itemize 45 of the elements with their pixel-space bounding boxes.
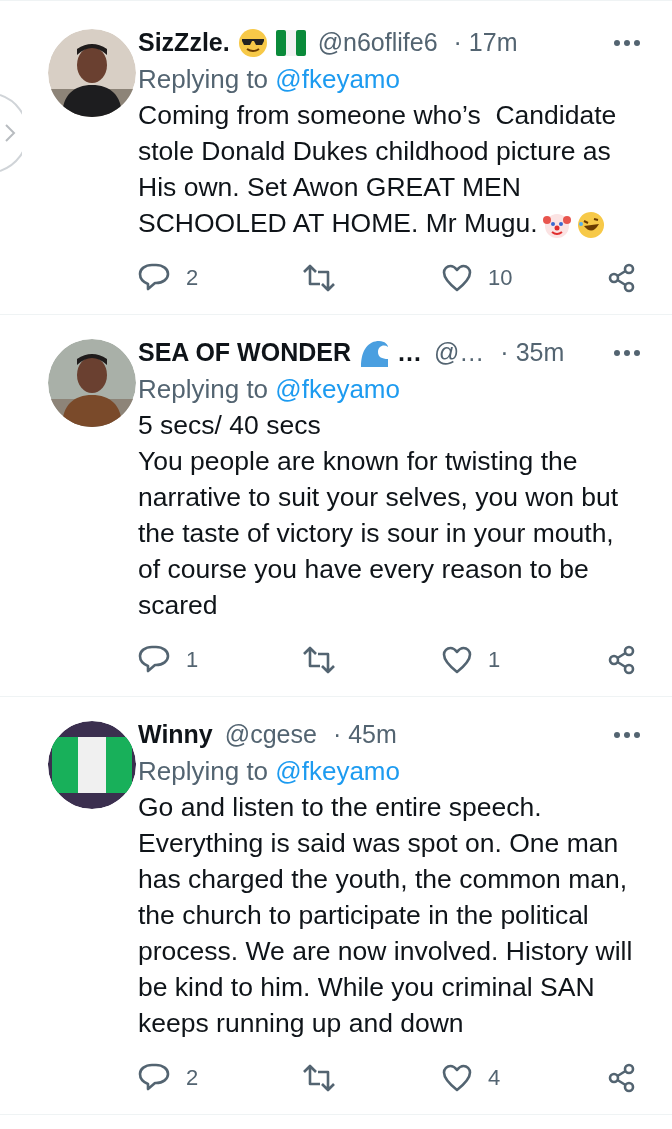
- wave-icon: [358, 339, 389, 367]
- like-icon[interactable]: [442, 1063, 472, 1092]
- user-handle: @cgese: [224, 719, 317, 751]
- repost-icon[interactable]: [302, 263, 336, 292]
- name-ellipsis: …: [396, 337, 422, 369]
- flag-icon: [275, 30, 306, 56]
- replying-label: Replying to: [138, 64, 269, 94]
- user-handle: @…: [433, 337, 485, 369]
- share-icon[interactable]: [608, 644, 636, 675]
- reply-count: 2: [186, 264, 199, 292]
- more-icon[interactable]: [614, 732, 640, 738]
- reply-count: 2: [186, 1064, 199, 1092]
- repost-icon[interactable]: [302, 645, 336, 674]
- post-time: · 35m: [500, 337, 565, 369]
- post-text: Coming from someone who’s Candidate stole Donald Dukes childhood picture as His own. Set Awon GREAT MEN SCHOOLED AT HOME. Mr Mugu.: [138, 99, 618, 241]
- like-count: 1: [488, 646, 501, 674]
- post-text: Go and listen to the entire speech. Everything is said was spot on. One man has charged the youth, the common man, the church to participate in the political process. We are now involved. History will be kind to him. While you criminal SAN keeps running up and down: [138, 791, 634, 1040]
- sunglasses-face-icon: [237, 28, 268, 58]
- replying-label: Replying to: [138, 374, 269, 404]
- mention-link[interactable]: @fkeyamo: [275, 756, 400, 786]
- display-name: SEA OF WONDER: [138, 337, 351, 369]
- like-count: 10: [488, 264, 513, 292]
- display-name: Winny: [138, 719, 213, 751]
- reply-count: 1: [186, 646, 199, 674]
- repost-icon[interactable]: [302, 1063, 336, 1092]
- mention-link[interactable]: @fkeyamo: [275, 374, 400, 404]
- share-icon[interactable]: [608, 262, 636, 293]
- like-icon[interactable]: [442, 645, 472, 674]
- post-text: 5 secs/ 40 secs: [138, 409, 322, 442]
- share-icon[interactable]: [608, 1062, 636, 1093]
- post-text: You people are known for twisting the narrative to suit your selves, you won but the taste of victory is sour in your mouth, of course you have every reason to be scared: [138, 445, 620, 622]
- post-time: · 17m: [453, 27, 518, 59]
- like-icon[interactable]: [442, 263, 472, 292]
- mention-link[interactable]: @fkeyamo: [275, 64, 400, 94]
- reply-icon[interactable]: [138, 644, 170, 675]
- replying-label: Replying to: [138, 756, 269, 786]
- post-time: · 45m: [332, 719, 397, 751]
- display-name: SizZzle.: [138, 27, 230, 59]
- like-count: 4: [488, 1064, 501, 1092]
- laughing-face-icon: [575, 210, 606, 240]
- more-icon[interactable]: [614, 350, 640, 356]
- reply-icon[interactable]: [138, 262, 170, 293]
- reply-icon[interactable]: [138, 1062, 170, 1093]
- user-handle: @n6oflife6: [317, 27, 438, 59]
- more-icon[interactable]: [614, 40, 640, 46]
